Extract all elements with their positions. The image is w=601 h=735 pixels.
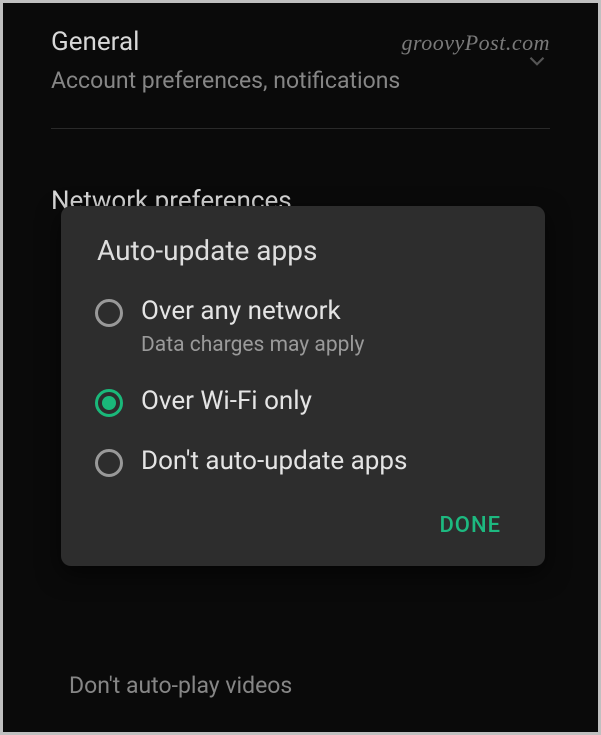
radio-icon — [95, 299, 123, 327]
radio-sublabel: Data charges may apply — [141, 332, 515, 359]
radio-label: Don't auto-update apps — [141, 445, 515, 479]
radio-option-any-network[interactable]: Over any network Data charges may apply — [91, 295, 515, 359]
radio-icon-selected — [95, 389, 123, 417]
dialog-actions: DONE — [91, 505, 515, 546]
radio-option-wifi-only[interactable]: Over Wi-Fi only — [91, 385, 515, 419]
radio-icon — [95, 449, 123, 477]
radio-label-wrap: Over any network Data charges may apply — [141, 295, 515, 359]
auto-update-dialog: Auto-update apps Over any network Data c… — [61, 206, 545, 566]
section-divider — [51, 128, 550, 129]
expand-chevron-icon[interactable] — [524, 48, 550, 78]
radio-option-dont-update[interactable]: Don't auto-update apps — [91, 445, 515, 479]
radio-label: Over any network — [141, 295, 515, 329]
radio-label-wrap: Over Wi-Fi only — [141, 385, 515, 419]
radio-label-wrap: Don't auto-update apps — [141, 445, 515, 479]
dialog-title: Auto-update apps — [97, 234, 515, 267]
screenshot-frame: groovyPost.com General Account preferenc… — [0, 0, 601, 735]
general-subtitle: Account preferences, notifications — [21, 66, 580, 96]
done-button[interactable]: DONE — [425, 505, 515, 546]
settings-screen: groovyPost.com General Account preferenc… — [21, 6, 580, 729]
radio-label: Over Wi-Fi only — [141, 385, 515, 419]
autoplay-subtitle: Don't auto-play videos — [69, 672, 292, 699]
